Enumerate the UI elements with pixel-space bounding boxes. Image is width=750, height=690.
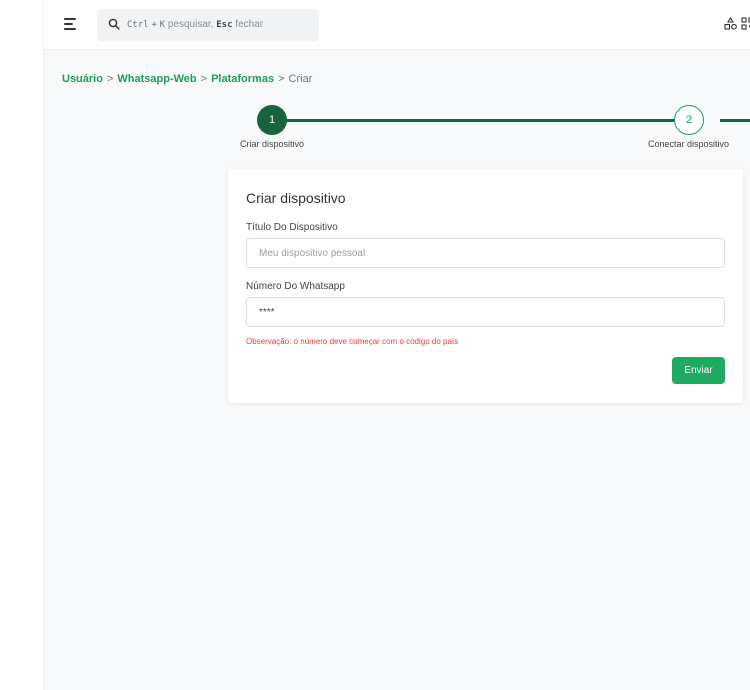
submit-button[interactable]: Enviar bbox=[672, 357, 725, 384]
step-2-circle[interactable]: 2 bbox=[674, 105, 704, 135]
breadcrumb-separator: > bbox=[200, 73, 208, 85]
search-icon bbox=[108, 18, 120, 30]
search-bar[interactable]: Ctrl + K pesquisar, Esc fechar bbox=[97, 9, 319, 41]
card-title: Criar dispositivo bbox=[246, 190, 346, 206]
step-1-label: Criar dispositivo bbox=[240, 139, 305, 149]
whatsapp-number-input[interactable] bbox=[246, 297, 725, 327]
breadcrumb-current: Criar bbox=[288, 73, 313, 85]
country-code-note: Observação: o número deve começar com o … bbox=[246, 337, 459, 346]
create-device-card: Criar dispositivo Título Do Dispositivo … bbox=[228, 169, 743, 403]
breadcrumb-usuario[interactable]: Usuário bbox=[62, 73, 103, 85]
shortcut-action-search: pesquisar, bbox=[167, 19, 214, 30]
breadcrumb-plataformas[interactable]: Plataformas bbox=[211, 73, 274, 85]
shortcut-plus: + bbox=[151, 20, 157, 30]
shortcut-key-ctrl: Ctrl bbox=[127, 20, 149, 30]
shortcut-key-k: K bbox=[159, 20, 166, 30]
search-hint: Ctrl + K pesquisar, Esc fechar bbox=[127, 19, 263, 30]
qr-code-icon[interactable] bbox=[741, 17, 750, 30]
device-title-input[interactable] bbox=[246, 238, 725, 268]
top-bar: Ctrl + K pesquisar, Esc fechar bbox=[44, 0, 750, 50]
shortcut-key-esc: Esc bbox=[216, 20, 233, 30]
left-sidebar-rail bbox=[0, 0, 44, 690]
breadcrumb-whatsapp-web[interactable]: Whatsapp-Web bbox=[117, 73, 196, 85]
breadcrumb: Usuário > Whatsapp-Web > Plataformas > Criar bbox=[62, 73, 312, 85]
whatsapp-number-label: Número Do Whatsapp bbox=[246, 281, 345, 292]
stepper: 1 2 Criar dispositivo Conectar dispositi… bbox=[228, 104, 750, 154]
breadcrumb-separator: > bbox=[106, 73, 114, 85]
breadcrumb-separator: > bbox=[278, 73, 285, 85]
top-right-icons bbox=[724, 17, 750, 30]
stepper-progress-line bbox=[272, 119, 702, 122]
shortcut-action-close: fechar bbox=[235, 19, 264, 30]
step-2-label: Conectar dispositivo bbox=[648, 139, 730, 149]
app-main: Ctrl + K pesquisar, Esc fechar Usuário >… bbox=[44, 0, 750, 690]
step-1-circle[interactable]: 1 bbox=[257, 105, 287, 135]
device-title-label: Título Do Dispositivo bbox=[246, 222, 338, 233]
menu-toggle-icon[interactable] bbox=[64, 17, 80, 31]
stepper-line-tail bbox=[720, 119, 750, 122]
apps-icon[interactable] bbox=[724, 17, 737, 30]
